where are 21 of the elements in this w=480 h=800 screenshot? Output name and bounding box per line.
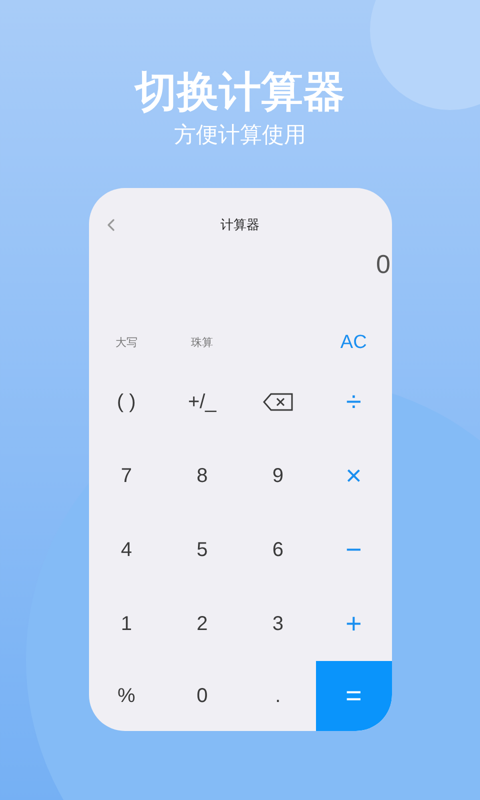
- calculator-key[interactable]: 0: [164, 661, 240, 731]
- calculator-title: 计算器: [220, 216, 260, 234]
- calculator-key[interactable]: 7: [88, 439, 164, 513]
- calculator-key[interactable]: 6: [240, 513, 316, 587]
- headline: 切换计算器: [135, 67, 345, 117]
- calculator-key[interactable]: +/_: [164, 365, 240, 439]
- mode-button[interactable]: 珠算: [191, 334, 214, 352]
- calculator-key[interactable]: 9: [240, 439, 316, 513]
- display-value: 0: [376, 249, 392, 279]
- calculator-key[interactable]: ( ): [88, 365, 164, 439]
- calculator-key[interactable]: 4: [88, 513, 164, 587]
- tagline: 方便计算使用: [174, 121, 306, 149]
- calculator-key[interactable]: .: [240, 661, 316, 731]
- calculator-key[interactable]: %: [88, 661, 164, 731]
- calculator-key[interactable]: 5: [164, 513, 240, 587]
- calculator-key[interactable]: 2: [164, 587, 240, 661]
- calculator-key[interactable]: 8: [164, 439, 240, 513]
- mode-button[interactable]: 大写: [115, 334, 138, 352]
- calculator-key[interactable]: 1: [88, 587, 164, 661]
- calculator-key[interactable]: 3: [240, 587, 316, 661]
- backspace-icon: [262, 393, 293, 411]
